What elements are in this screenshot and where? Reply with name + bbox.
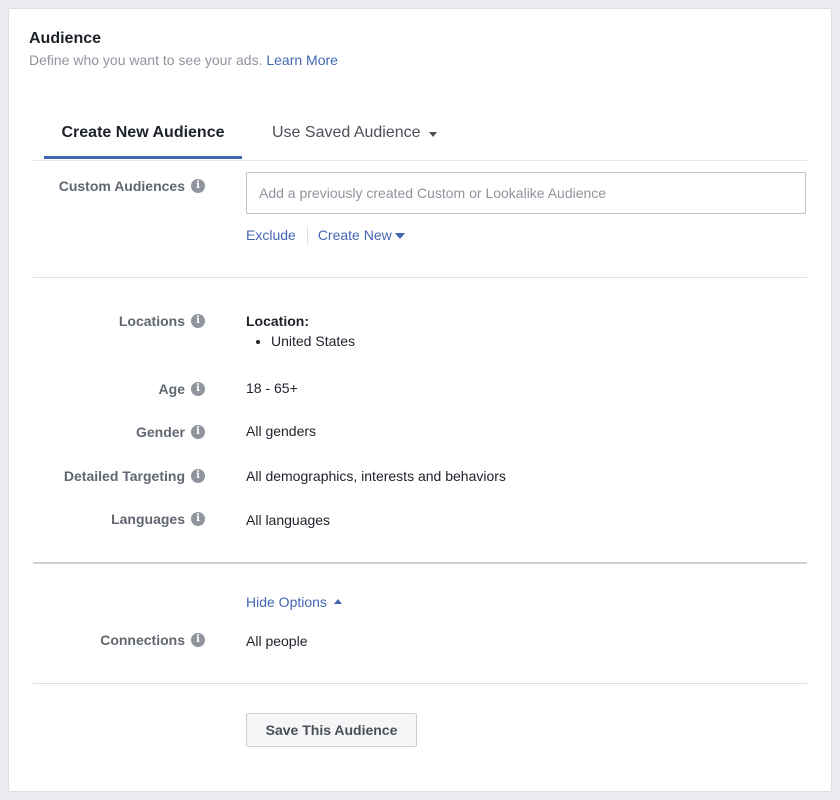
age-label-text: Age xyxy=(158,381,185,397)
exclude-link[interactable]: Exclude xyxy=(246,227,296,243)
detailed-targeting-label-text: Detailed Targeting xyxy=(63,468,185,484)
languages-value[interactable]: All languages xyxy=(246,512,330,528)
caret-down-icon xyxy=(394,233,405,239)
create-new-label: Create New xyxy=(317,227,392,243)
locations-label: Locations i xyxy=(119,313,205,329)
audience-card: Audience Define who you want to see your… xyxy=(8,8,832,792)
caret-up-icon xyxy=(333,598,342,604)
gender-label-text: Gender xyxy=(135,424,185,440)
detailed-targeting-value[interactable]: All demographics, interests and behavior… xyxy=(246,468,506,484)
hide-options-label: Hide Options xyxy=(246,594,327,610)
connections-label-text: Connections xyxy=(100,632,185,648)
info-icon[interactable]: i xyxy=(191,512,205,526)
languages-label-text: Languages xyxy=(111,511,185,527)
section-subtitle: Define who you want to see your ads. Lea… xyxy=(29,52,338,68)
age-label: Age i xyxy=(159,381,205,397)
active-tab-indicator xyxy=(44,156,242,159)
custom-audience-actions: Exclude Create New xyxy=(246,226,405,244)
tab-create-new-audience[interactable]: Create New Audience xyxy=(44,124,242,142)
section-divider xyxy=(33,562,807,564)
subtitle-text: Define who you want to see your ads. xyxy=(29,52,263,68)
tabs-divider xyxy=(33,160,807,161)
custom-audiences-label: Custom Audiences i xyxy=(59,178,205,194)
info-icon[interactable]: i xyxy=(191,469,205,483)
section-divider xyxy=(33,277,807,278)
tab-use-saved-audience[interactable]: Use Saved Audience xyxy=(272,124,437,142)
connections-label: Connections i xyxy=(100,632,205,648)
connections-value[interactable]: All people xyxy=(246,633,308,649)
detailed-targeting-label: Detailed Targeting i xyxy=(64,468,205,484)
custom-audiences-label-text: Custom Audiences xyxy=(58,178,185,194)
location-item: United States xyxy=(271,333,355,349)
languages-label: Languages i xyxy=(111,511,205,527)
info-icon[interactable]: i xyxy=(191,633,205,647)
hide-options-link[interactable]: Hide Options xyxy=(246,594,342,610)
create-new-dropdown[interactable]: Create New xyxy=(318,227,405,243)
action-separator xyxy=(306,226,308,244)
age-value[interactable]: 18 - 65+ xyxy=(246,380,298,396)
section-title: Audience xyxy=(29,30,102,47)
caret-down-icon xyxy=(428,131,437,137)
locations-label-text: Locations xyxy=(118,313,185,329)
info-icon[interactable]: i xyxy=(191,179,205,193)
gender-value[interactable]: All genders xyxy=(246,423,316,439)
location-heading: Location: xyxy=(246,313,309,329)
learn-more-link[interactable]: Learn More xyxy=(266,52,338,68)
info-icon[interactable]: i xyxy=(191,382,205,396)
info-icon[interactable]: i xyxy=(191,314,205,328)
tab-use-saved-label: Use Saved Audience xyxy=(272,124,421,141)
section-divider xyxy=(33,683,807,684)
location-list: United States xyxy=(246,333,355,349)
custom-audience-input[interactable] xyxy=(246,172,806,214)
save-audience-button[interactable]: Save This Audience xyxy=(246,713,417,747)
info-icon[interactable]: i xyxy=(191,425,205,439)
gender-label: Gender i xyxy=(136,424,205,440)
